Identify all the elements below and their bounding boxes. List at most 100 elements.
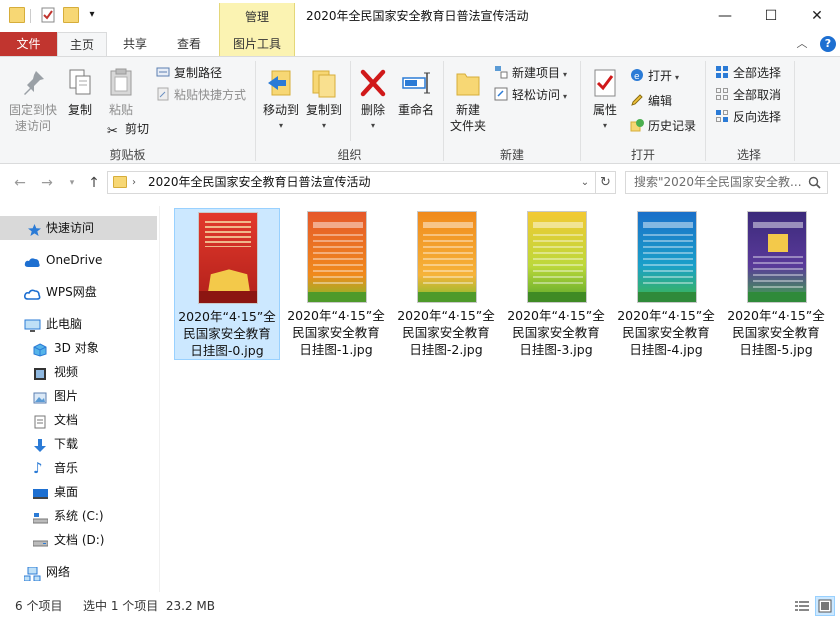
large-icons-view-icon[interactable] (815, 596, 835, 616)
tab-picture-tools[interactable]: 图片工具 (219, 32, 295, 56)
file-item[interactable]: 2020年“4·15”全 民国家安全教育 日挂图-5.jpg (724, 208, 830, 360)
customize-qat-icon[interactable]: ▾ (84, 7, 100, 23)
tab-file[interactable]: 文件 (0, 32, 57, 56)
edit-button[interactable]: 编辑 (630, 91, 672, 111)
sidebar-item-videos[interactable]: 视频 (0, 360, 157, 384)
address-history-chevron-icon[interactable]: ⌄ (577, 172, 593, 193)
sidebar-item-network[interactable]: 网络 (0, 560, 157, 584)
new-item-button[interactable]: 新建项目 ▾ (494, 63, 567, 83)
sidebar-item-label: 文档 (54, 413, 79, 427)
breadcrumb-path[interactable]: 2020年全民国家安全教育日普法宣传活动 (148, 172, 371, 193)
cut-label: 剪切 (125, 122, 150, 136)
file-item[interactable]: 2020年“4·15”全 民国家安全教育 日挂图-2.jpg (394, 208, 500, 360)
move-to-icon (266, 67, 296, 99)
sidebar-item-onedrive[interactable]: OneDrive (0, 248, 157, 272)
invert-selection-label: 反向选择 (733, 110, 782, 124)
document-icon (33, 413, 48, 429)
rename-icon (401, 67, 431, 99)
close-button[interactable]: ✕ (794, 0, 840, 32)
pin-quick-access-button[interactable]: 固定到快 速访问 (6, 67, 60, 134)
search-placeholder: 搜索"2020年全民国家安全教... (634, 175, 802, 189)
file-item[interactable]: 2020年“4·15”全 民国家安全教育 日挂图-4.jpg (614, 208, 720, 360)
properties-button[interactable]: 属性 ▾ (588, 67, 622, 134)
tab-home[interactable]: 主页 (57, 32, 107, 57)
sidebar-item-label: 视频 (54, 365, 79, 379)
select-all-button[interactable]: 全部选择 (715, 63, 781, 83)
file-name: 2020年“4·15”全 民国家安全教育 日挂图-4.jpg (617, 308, 715, 357)
history-label: 历史记录 (648, 119, 697, 133)
sidebar-item-3d-objects[interactable]: 3D 对象 (0, 336, 157, 360)
copy-to-button[interactable]: 复制到 ▾ (303, 67, 345, 134)
file-item[interactable]: 2020年“4·15”全 民国家安全教育 日挂图-0.jpg (174, 208, 280, 360)
edit-pencil-icon (630, 93, 644, 107)
invert-selection-icon (715, 109, 729, 123)
title-bar: ▾ 管理 2020年全民国家安全教育日普法宣传活动 — ☐ ✕ (0, 0, 840, 32)
sidebar-item-music[interactable]: ♪ 音乐 (0, 456, 157, 480)
delete-label: 删除 (360, 103, 385, 117)
star-icon (27, 221, 42, 236)
new-folder-button[interactable]: 新建 文件夹 (447, 67, 489, 134)
invert-selection-button[interactable]: 反向选择 (715, 107, 781, 127)
move-to-label: 移动到 (262, 103, 299, 117)
tab-share[interactable]: 共享 (110, 32, 160, 56)
navigation-pane: 快速访问 OneDrive WPS网盘 此电脑 3D 对象 视频 图片 文档 下… (0, 206, 160, 592)
sidebar-item-documents[interactable]: 文档 (0, 408, 157, 432)
new-folder-icon[interactable] (63, 7, 79, 23)
file-item[interactable]: 2020年“4·15”全 民国家安全教育 日挂图-1.jpg (284, 208, 390, 360)
cloud-icon (24, 253, 40, 267)
history-button[interactable]: 历史记录 (630, 116, 696, 136)
easy-access-button[interactable]: 轻松访问 ▾ (494, 85, 567, 105)
breadcrumb-chevron-icon[interactable]: › (132, 172, 136, 193)
contextual-tab-manage[interactable]: 管理 (219, 3, 295, 32)
copy-button[interactable]: 复制 (62, 67, 98, 118)
minimize-button[interactable]: — (702, 0, 748, 32)
back-arrow-icon[interactable]: ← (10, 174, 30, 192)
sidebar-item-pictures[interactable]: 图片 (0, 384, 157, 408)
file-item[interactable]: 2020年“4·15”全 民国家安全教育 日挂图-3.jpg (504, 208, 610, 360)
paste-label: 粘贴 (108, 103, 133, 117)
delete-x-icon (358, 67, 388, 99)
file-name: 2020年“4·15”全 民国家安全教育 日挂图-2.jpg (397, 308, 495, 357)
sidebar-item-drive-d[interactable]: 文档 (D:) (0, 528, 157, 552)
cut-button[interactable]: ✂ 剪切 (107, 119, 149, 139)
divider (30, 9, 31, 23)
sidebar-item-desktop[interactable]: 桌面 (0, 480, 157, 504)
properties-icon[interactable] (40, 7, 56, 23)
group-label-clipboard: 剪贴板 (109, 148, 146, 162)
move-to-button[interactable]: 移动到 ▾ (260, 67, 302, 134)
open-button[interactable]: e 打开 ▾ (630, 66, 679, 86)
sidebar-item-quick-access[interactable]: 快速访问 (0, 216, 157, 240)
delete-button[interactable]: 删除 ▾ (356, 67, 390, 134)
copy-label: 复制 (67, 103, 92, 117)
address-bar[interactable]: › 2020年全民国家安全教育日普法宣传活动 ⌄ (107, 171, 596, 194)
rename-label: 重命名 (397, 103, 434, 117)
copy-path-label: 复制路径 (174, 66, 223, 80)
rename-button[interactable]: 重命名 (394, 67, 438, 118)
maximize-button[interactable]: ☐ (748, 0, 794, 32)
sidebar-item-this-pc[interactable]: 此电脑 (0, 312, 157, 336)
tab-view[interactable]: 查看 (164, 32, 214, 56)
sidebar-item-label: 文档 (D:) (54, 533, 105, 547)
file-name: 2020年“4·15”全 民国家安全教育 日挂图-1.jpg (287, 308, 385, 357)
copy-path-icon (156, 65, 170, 79)
recent-locations-chevron-icon[interactable]: ▾ (62, 174, 82, 192)
collapse-ribbon-icon[interactable]: ︿ (795, 37, 809, 51)
poster-thumbnail (198, 212, 258, 304)
forward-arrow-icon[interactable]: → (37, 174, 57, 192)
paste-shortcut-button[interactable]: 粘贴快捷方式 (156, 85, 246, 105)
search-icon[interactable] (808, 176, 821, 189)
sidebar-item-wps-cloud[interactable]: WPS网盘 (0, 280, 157, 304)
up-arrow-icon[interactable]: ↑ (84, 174, 104, 192)
network-icon (23, 565, 41, 582)
details-view-icon[interactable] (794, 598, 810, 614)
search-input[interactable]: 搜索"2020年全民国家安全教... (625, 171, 828, 194)
select-none-button[interactable]: 全部取消 (715, 85, 781, 105)
copy-path-button[interactable]: 复制路径 (156, 63, 222, 83)
sidebar-item-downloads[interactable]: 下载 (0, 432, 157, 456)
refresh-icon[interactable]: ↻ (596, 171, 616, 194)
pin-icon (18, 67, 48, 99)
sidebar-item-drive-c[interactable]: 系统 (C:) (0, 504, 157, 528)
help-icon[interactable]: ? (820, 36, 836, 52)
paste-button[interactable]: 粘贴 (103, 67, 139, 118)
divider (794, 61, 795, 161)
